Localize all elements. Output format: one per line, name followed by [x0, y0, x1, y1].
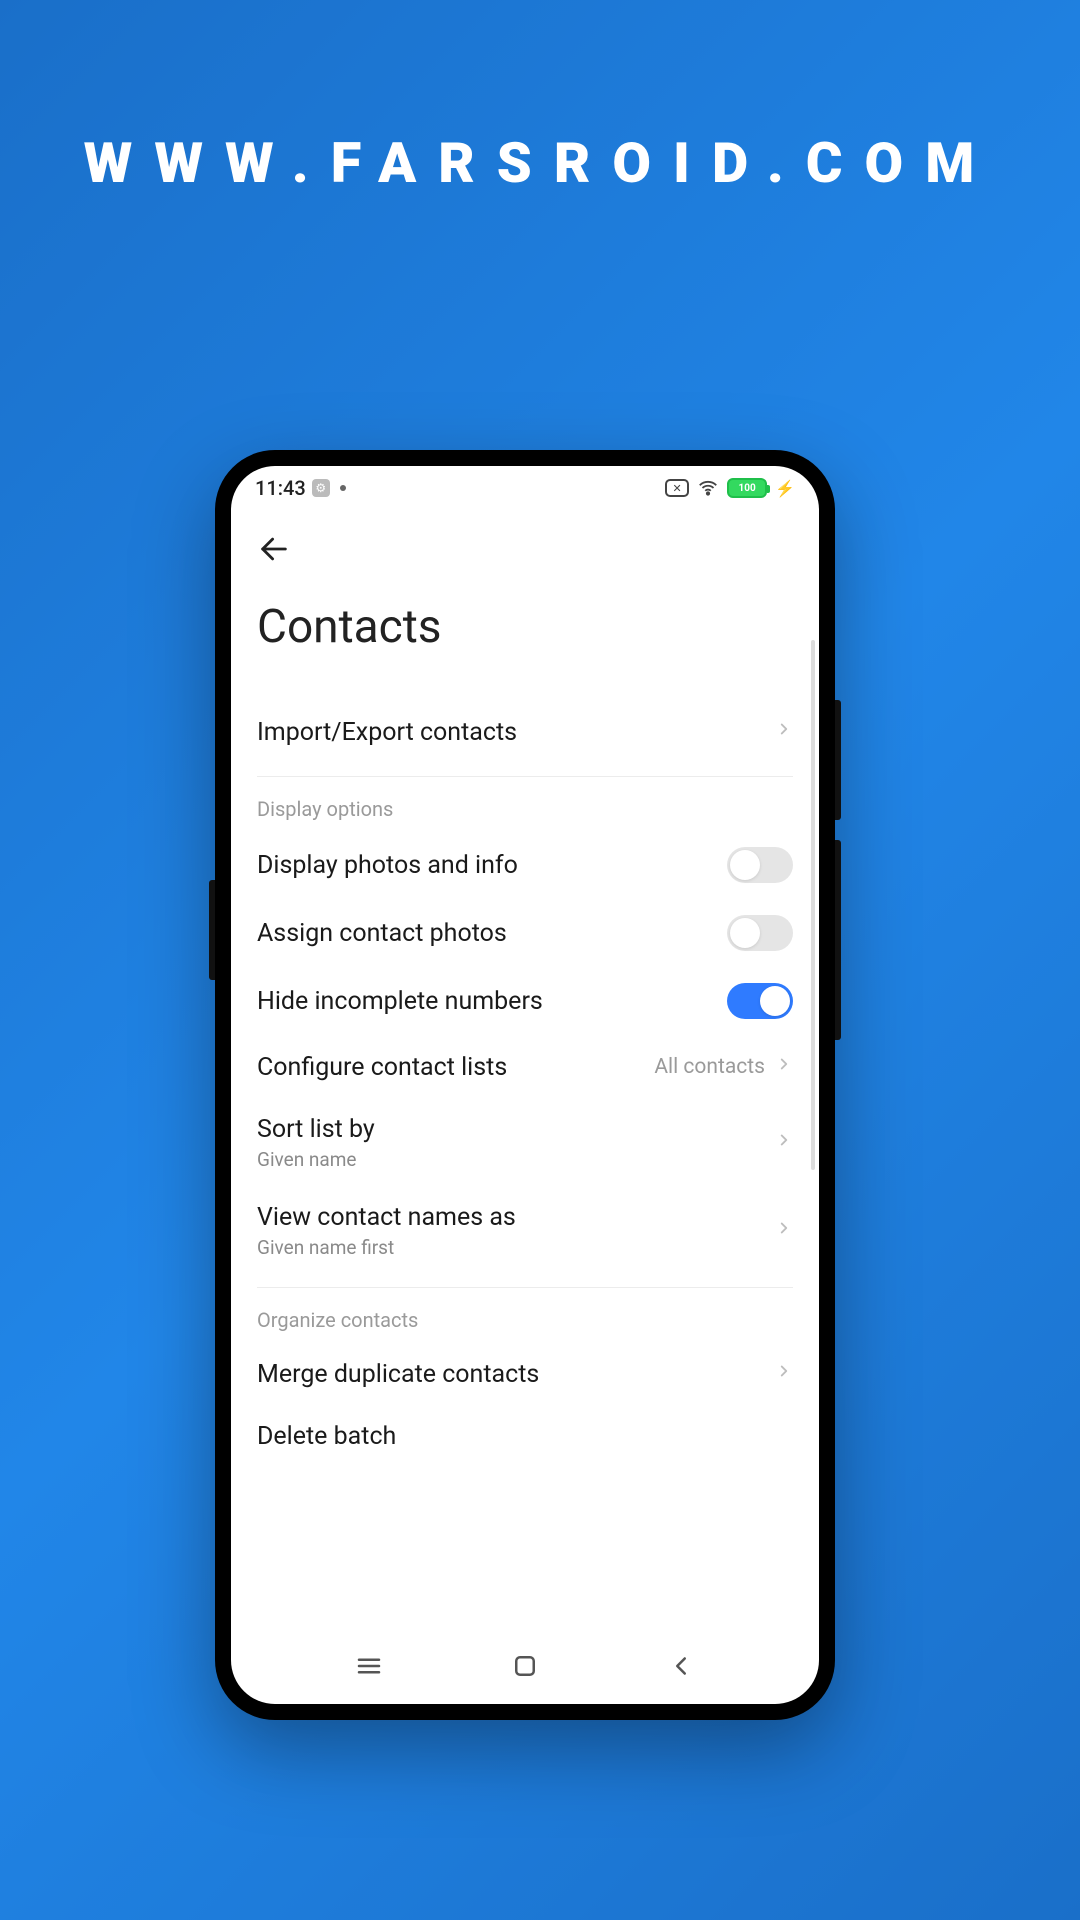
row-assign-photos[interactable]: Assign contact photos [257, 899, 793, 967]
phone-side-button [209, 880, 215, 980]
phone-frame: 11:43 ⚙ ✕ 100 ⚡ [215, 450, 835, 1720]
status-ime-icon: ✕ [665, 479, 689, 497]
system-navbar [231, 1636, 819, 1704]
toggle-hide-incomplete[interactable] [727, 983, 793, 1019]
back-button[interactable] [257, 528, 299, 570]
row-label: View contact names as [257, 1203, 516, 1232]
status-right: ✕ 100 ⚡ [665, 477, 795, 499]
status-time: 11:43 [255, 476, 306, 500]
section-header-display: Display options [257, 797, 793, 821]
charging-icon: ⚡ [775, 479, 795, 498]
row-import-export[interactable]: Import/Export contacts [257, 700, 793, 764]
watermark-text: WWW.FARSROID.COM [0, 0, 1080, 196]
row-label: Delete batch [257, 1422, 396, 1451]
chevron-right-icon [775, 1219, 793, 1243]
row-view-names-as[interactable]: View contact names as Given name first [257, 1187, 793, 1275]
toggle-display-photos[interactable] [727, 847, 793, 883]
phone-side-button [835, 700, 841, 820]
row-label: Merge duplicate contacts [257, 1360, 539, 1389]
status-left: 11:43 ⚙ [255, 476, 346, 500]
row-sort-by[interactable]: Sort list by Given name [257, 1099, 793, 1187]
nav-recents-button[interactable] [344, 1641, 394, 1691]
row-delete-batch[interactable]: Delete batch [257, 1406, 793, 1451]
content-area: Contacts Import/Export contacts Display … [231, 510, 819, 1636]
status-bar: 11:43 ⚙ ✕ 100 ⚡ [231, 466, 819, 510]
phone-side-button [835, 840, 841, 1040]
row-display-photos[interactable]: Display photos and info [257, 831, 793, 899]
wifi-icon [697, 477, 719, 499]
nav-back-button[interactable] [656, 1641, 706, 1691]
row-hide-incomplete[interactable]: Hide incomplete numbers [257, 967, 793, 1035]
scrollbar[interactable] [811, 640, 815, 1170]
page-title: Contacts [257, 600, 793, 654]
chevron-right-icon [775, 1362, 793, 1386]
row-merge-duplicates[interactable]: Merge duplicate contacts [257, 1342, 793, 1406]
row-sub: Given name [257, 1148, 375, 1171]
row-sub: Given name first [257, 1236, 516, 1259]
divider [257, 776, 793, 777]
row-value: All contacts [654, 1055, 765, 1079]
row-label: Display photos and info [257, 851, 518, 880]
status-app-icon: ⚙ [312, 479, 330, 497]
row-configure-lists[interactable]: Configure contact lists All contacts [257, 1035, 793, 1099]
row-label: Sort list by [257, 1115, 375, 1144]
divider [257, 1287, 793, 1288]
chevron-right-icon [775, 1055, 793, 1079]
status-dot-icon [340, 485, 346, 491]
row-label: Assign contact photos [257, 919, 507, 948]
section-header-organize: Organize contacts [257, 1308, 793, 1332]
chevron-right-icon [775, 720, 793, 744]
row-label: Import/Export contacts [257, 718, 517, 747]
screen: 11:43 ⚙ ✕ 100 ⚡ [231, 466, 819, 1704]
chevron-right-icon [775, 1131, 793, 1155]
battery-icon: 100 [727, 478, 767, 498]
toggle-assign-photos[interactable] [727, 915, 793, 951]
row-label: Hide incomplete numbers [257, 987, 543, 1016]
nav-home-button[interactable] [500, 1641, 550, 1691]
row-label: Configure contact lists [257, 1053, 507, 1082]
